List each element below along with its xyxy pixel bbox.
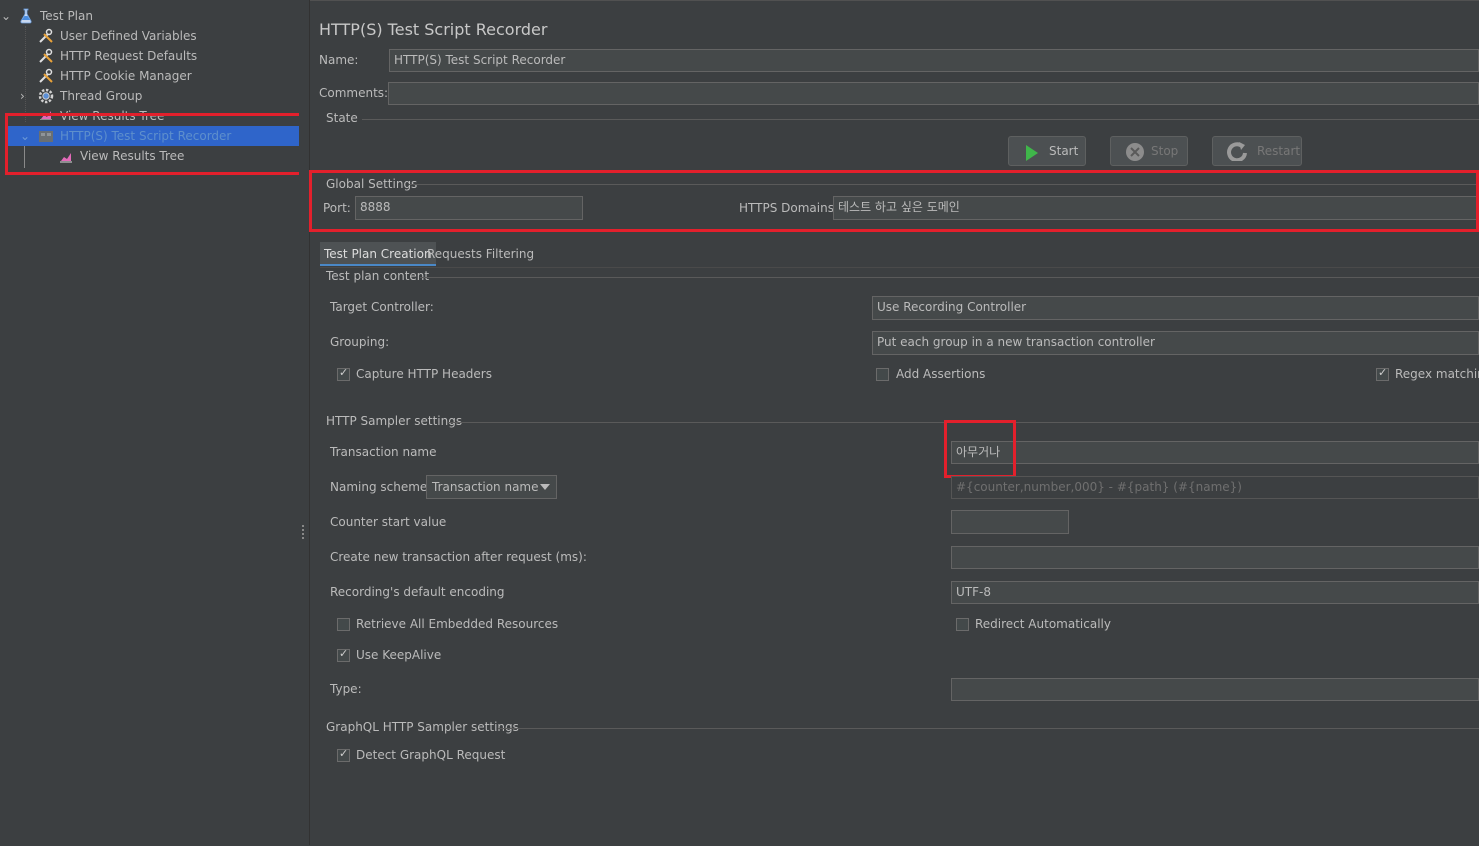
detect-graphql-checkbox[interactable]: ✓ (337, 747, 350, 762)
target-controller-label: Target Controller: (330, 300, 434, 314)
tree-item-http-request-defaults[interactable]: HTTP Request Defaults (0, 46, 299, 66)
global-settings-title: Global Settings (326, 177, 418, 191)
graphql-settings-title: GraphQL HTTP Sampler settings (326, 720, 519, 734)
naming-scheme-select[interactable]: Transaction name (426, 475, 557, 499)
check-icon: ✓ (339, 747, 349, 760)
retrieve-resources-checkbox[interactable] (337, 618, 350, 631)
restart-button-label: Restart (1257, 144, 1301, 158)
stop-button[interactable]: Stop (1110, 136, 1188, 166)
check-icon: ✓ (1378, 366, 1388, 379)
wrench-icon (38, 68, 54, 84)
regex-matching-label: Regex matching (1395, 367, 1479, 381)
tree-item-label: HTTP(S) Test Script Recorder (60, 129, 232, 143)
restart-button[interactable]: Restart (1212, 136, 1302, 166)
transaction-name-label: Transaction name (330, 445, 437, 459)
chevron-down-icon (540, 484, 550, 490)
default-encoding-label: Recording's default encoding (330, 585, 505, 599)
add-assertions-checkbox[interactable] (876, 368, 889, 381)
target-controller-select[interactable]: Use Recording Controller (872, 296, 1479, 320)
detect-graphql-label: Detect GraphQL Request (356, 748, 506, 762)
recorder-panel: HTTP(S) Test Script Recorder Name: HTTP(… (309, 0, 1479, 846)
grouping-select[interactable]: Put each group in a new transaction cont… (872, 331, 1479, 355)
name-label: Name: (319, 53, 359, 67)
create-new-transaction-label: Create new transaction after request (ms… (330, 550, 587, 564)
create-new-transaction-field[interactable] (951, 546, 1479, 569)
type-field[interactable] (951, 678, 1479, 701)
transaction-name-field[interactable]: 아무거나 (951, 441, 1479, 464)
wrench-icon (38, 48, 54, 64)
port-label: Port: (323, 201, 351, 215)
check-icon: ✓ (339, 647, 349, 660)
check-icon: ✓ (339, 366, 349, 379)
keepalive-label: Use KeepAlive (356, 648, 442, 662)
tree-item-label: HTTP Cookie Manager (60, 69, 192, 83)
divider (498, 728, 1479, 729)
restart-icon (1225, 141, 1249, 171)
counter-start-label: Counter start value (330, 515, 447, 529)
state-group-title: State (326, 111, 358, 125)
tree-item-view-results-tree-child[interactable]: View Results Tree (0, 146, 299, 166)
tree-item-label: View Results Tree (80, 149, 185, 163)
regex-matching-checkbox[interactable]: ✓ (1376, 366, 1389, 381)
divider (362, 119, 1479, 120)
tab-divider (320, 267, 1479, 268)
chevron-right-icon[interactable]: › (20, 86, 25, 106)
tree-item-thread-group[interactable]: › Thread Group (0, 86, 299, 106)
gear-icon (38, 88, 54, 104)
page-title: HTTP(S) Test Script Recorder (319, 20, 548, 39)
chevron-down-icon[interactable]: ⌄ (1, 6, 11, 26)
divider (409, 184, 1479, 185)
tree-item-label: Thread Group (60, 89, 143, 103)
test-plan-content-title: Test plan content (326, 269, 430, 283)
naming-scheme-value: Transaction name (432, 480, 539, 494)
comments-field[interactable] (388, 82, 1479, 105)
tree-item-label: HTTP Request Defaults (60, 49, 198, 63)
sampler-settings-title: HTTP Sampler settings (326, 414, 463, 428)
https-domains-label: HTTPS Domains: (739, 201, 838, 215)
divider (420, 277, 1479, 278)
stop-icon (1125, 142, 1145, 172)
capture-headers-checkbox[interactable]: ✓ (337, 366, 350, 381)
redirect-automatically-checkbox[interactable] (956, 618, 969, 631)
tab-requests-filtering[interactable]: Requests Filtering (423, 242, 538, 266)
retrieve-resources-label: Retrieve All Embedded Resources (356, 617, 559, 631)
add-assertions-label: Add Assertions (896, 367, 986, 381)
start-button-label: Start (1049, 144, 1079, 158)
grouping-label: Grouping: (330, 335, 390, 349)
test-plan-tree: ⌄ Test Plan User Defined Variables HTTP … (0, 0, 304, 845)
naming-format-field[interactable]: #{counter,number,000} - #{path} (#{name}… (951, 476, 1479, 499)
counter-start-field[interactable] (951, 510, 1069, 534)
tree-item-recorder[interactable]: ⌄ HTTP(S) Test Script Recorder (8, 126, 299, 146)
keepalive-checkbox[interactable]: ✓ (337, 647, 350, 662)
wrench-icon (38, 28, 54, 44)
name-field[interactable]: HTTP(S) Test Script Recorder (389, 49, 1479, 72)
port-field[interactable]: 8888 (355, 196, 583, 220)
chevron-down-icon[interactable]: ⌄ (20, 126, 30, 146)
tree-item-label: View Results Tree (60, 109, 165, 120)
tree-item-test-plan[interactable]: ⌄ Test Plan (0, 6, 299, 26)
tree-item-http-cookie-manager[interactable]: HTTP Cookie Manager (0, 66, 299, 86)
divider (448, 422, 1479, 423)
tree-item-label: User Defined Variables (60, 29, 197, 43)
splitter-handle-icon[interactable] (302, 525, 307, 539)
redirect-automatically-label: Redirect Automatically (975, 617, 1111, 631)
chart-icon (38, 106, 54, 120)
tree-item-user-defined-variables[interactable]: User Defined Variables (0, 26, 299, 46)
tree-item-label: Test Plan (40, 9, 93, 23)
start-button[interactable]: Start (1008, 136, 1086, 166)
https-domains-field[interactable]: 테스트 하고 싶은 도메인 (833, 196, 1479, 220)
naming-scheme-label: Naming scheme (330, 480, 428, 494)
capture-headers-label: Capture HTTP Headers (356, 367, 492, 381)
default-encoding-field[interactable]: UTF-8 (951, 581, 1479, 604)
panel-splitter[interactable] (299, 0, 310, 845)
chart-icon (58, 148, 74, 164)
tab-test-plan-creation[interactable]: Test Plan Creation (320, 242, 436, 266)
stop-button-label: Stop (1151, 144, 1179, 158)
recorder-icon (38, 128, 54, 144)
tree-item-view-results-tree[interactable]: View Results Tree (0, 106, 299, 120)
flask-icon (18, 8, 34, 24)
play-icon (1025, 143, 1039, 171)
comments-label: Comments: (319, 86, 389, 100)
type-label: Type: (330, 682, 362, 696)
